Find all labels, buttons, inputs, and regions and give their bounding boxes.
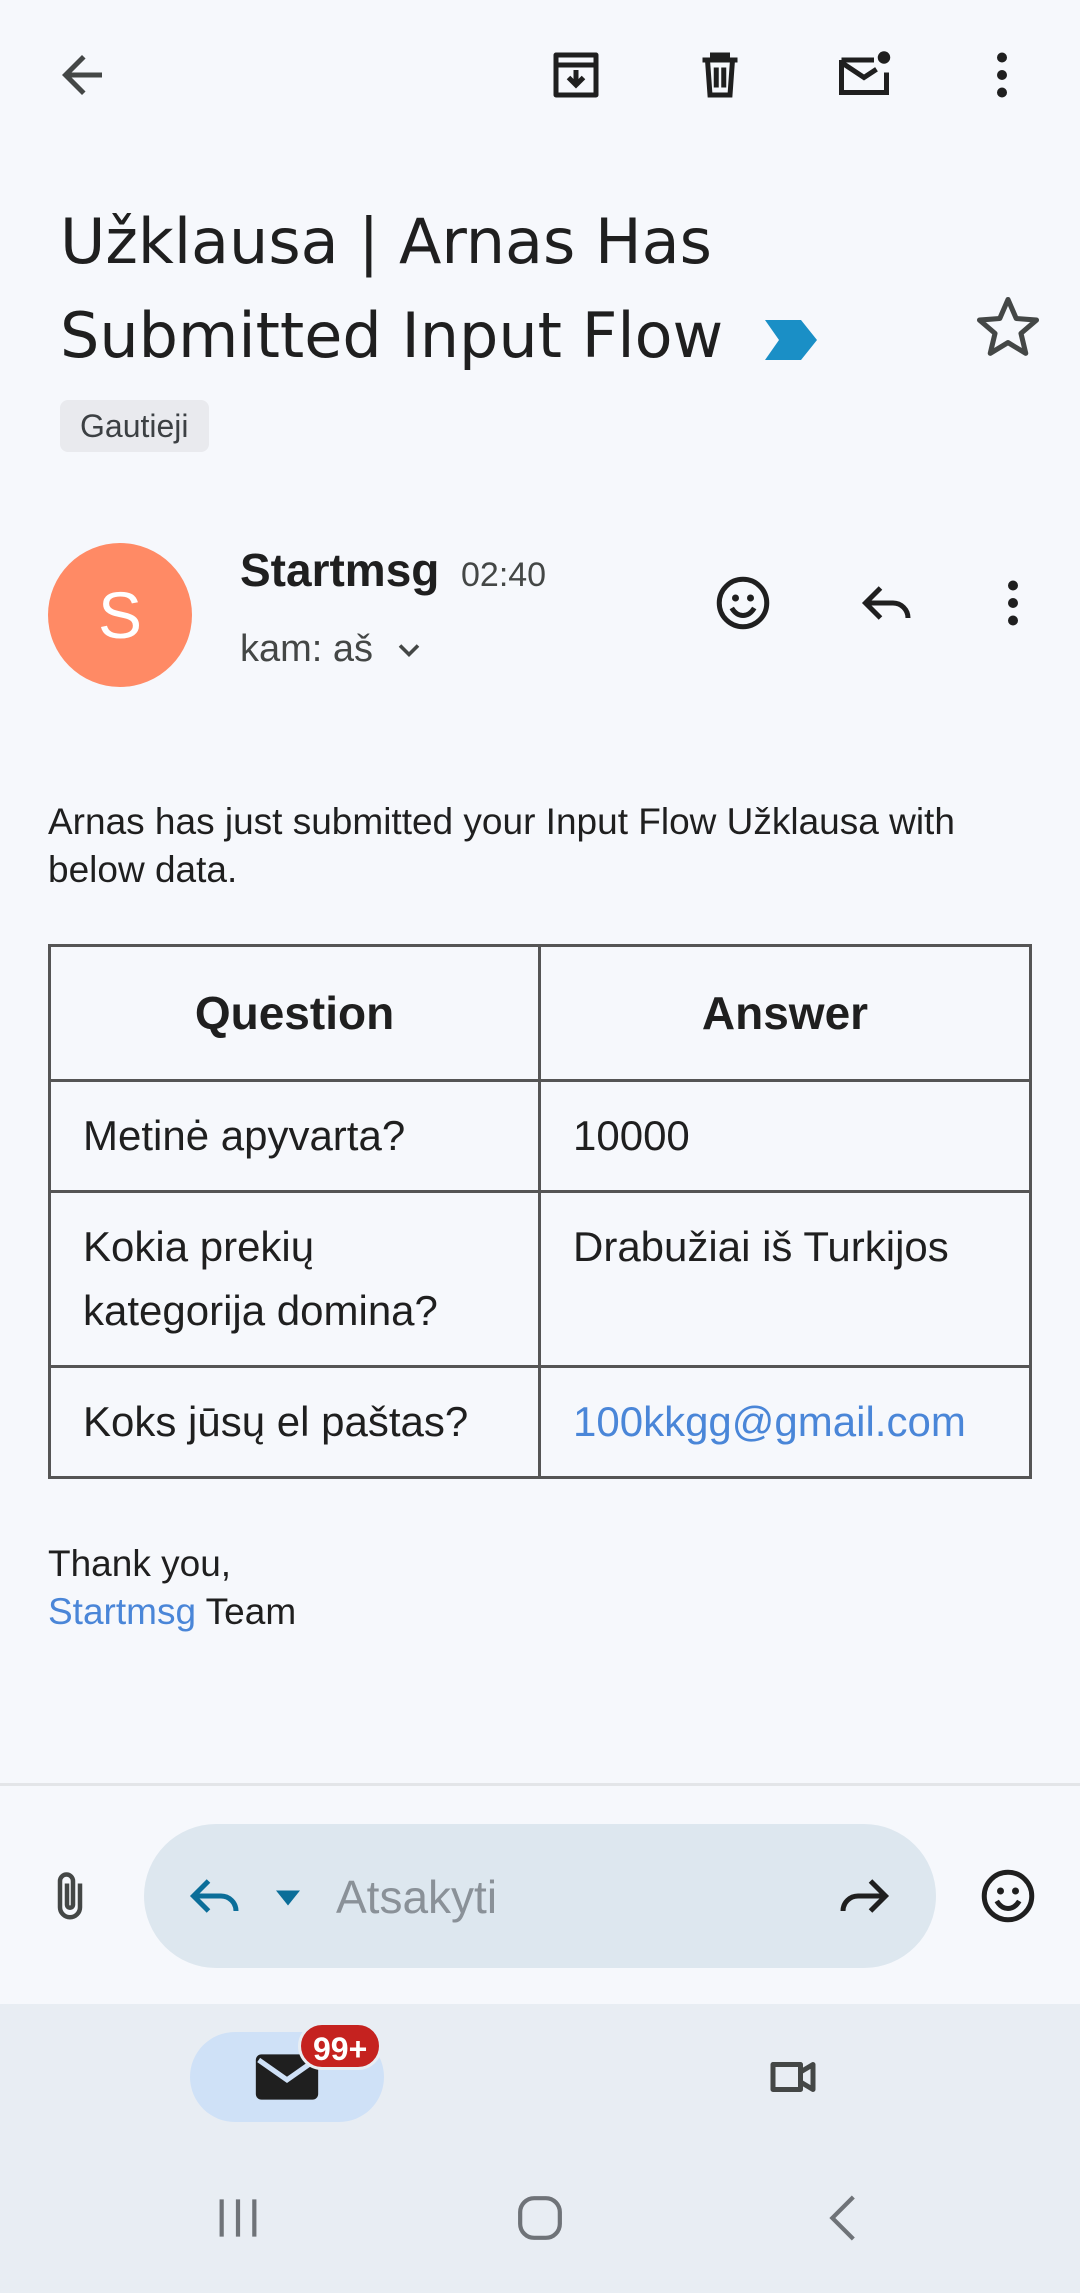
table-row: Metinė apyvarta? 10000 [48,1079,1032,1193]
top-app-bar [0,0,1080,150]
bottom-navigation [0,2004,1080,2293]
email-link[interactable]: 100kkgg@gmail.com [538,1365,1032,1479]
column-header-answer: Answer [538,944,1032,1082]
home-icon[interactable] [512,2190,568,2246]
add-reaction-button[interactable] [698,558,788,648]
forward-button[interactable] [818,1851,908,1941]
signoff-thanks: Thank you, [48,1543,232,1584]
subject-text: Užklausa | Arnas Has Submitted Input Flo… [60,205,724,372]
more-options-button[interactable] [957,30,1047,120]
email-subject: Užklausa | Arnas Has Submitted Input Flo… [60,195,960,383]
table-row: Koks jūsų el paštas? 100kkgg@gmail.com [48,1365,1032,1479]
emoji-button[interactable] [963,1851,1053,1941]
table-header-row: Question Answer [48,944,1032,1082]
reply-icon [189,1879,239,1913]
email-view: Užklausa | Arnas Has Submitted Input Flo… [0,0,1080,2293]
avatar[interactable]: S [48,543,192,687]
attachment-icon [57,1872,83,1920]
question-cell: Kokia prekių kategorija domina? [48,1190,541,1368]
submission-table: Question Answer Metinė apyvarta? 10000 K… [48,944,1032,1479]
answer-cell: Drabužiai iš Turkijos [538,1190,1032,1368]
reply-icon [861,586,911,620]
reply-type-button[interactable] [171,1851,261,1941]
archive-button[interactable] [531,30,621,120]
message-more-button[interactable] [968,558,1058,648]
answer-cell: 10000 [538,1079,1032,1193]
signoff-team: Team [196,1591,297,1632]
unread-count-badge: 99+ [298,2022,383,2070]
star-icon[interactable] [970,290,1046,366]
nav-meet-tab[interactable] [748,2032,838,2122]
divider [0,1783,1080,1786]
reply-input[interactable]: Atsakyti [336,1870,497,1924]
more-vert-icon [997,52,1007,98]
emoji-icon [716,576,770,630]
message-intro: Arnas has just submitted your Input Flow… [48,801,955,890]
brand-link[interactable]: Startmsg [48,1591,196,1632]
emoji-icon [981,1869,1035,1923]
more-vert-icon [1008,580,1018,626]
video-icon [770,2062,816,2092]
reply-button[interactable] [843,558,933,648]
recipient-details[interactable]: kam: aš [240,628,427,671]
back-button[interactable] [37,30,127,120]
recipient-text: kam: aš [240,628,374,670]
archive-icon [553,52,599,98]
question-cell: Metinė apyvarta? [48,1079,541,1193]
delete-button[interactable] [675,30,765,120]
table-row: Kokia prekių kategorija domina? Drabužia… [48,1190,1032,1368]
mark-unread-icon [839,51,891,95]
column-header-question: Question [48,944,541,1082]
mark-unread-button[interactable] [819,30,909,120]
sent-time: 02:40 [461,556,547,594]
question-cell: Koks jūsų el paštas? [48,1365,541,1479]
attach-button[interactable] [25,1851,115,1941]
trash-icon [702,52,738,98]
importance-marker-icon[interactable] [764,319,817,361]
back-arrow-icon [62,55,102,95]
signoff: Thank you, Startmsg Team [48,1540,296,1636]
recents-icon[interactable] [210,2190,266,2246]
chevron-down-icon[interactable] [270,1883,306,1913]
chevron-down-icon [398,643,420,657]
inbox-label-chip[interactable]: Gautieji [60,400,209,452]
forward-icon [840,1879,890,1913]
sender-name[interactable]: Startmsg [240,543,439,597]
back-nav-icon[interactable] [816,2190,872,2246]
signoff-signature: Startmsg Team [48,1588,296,1636]
